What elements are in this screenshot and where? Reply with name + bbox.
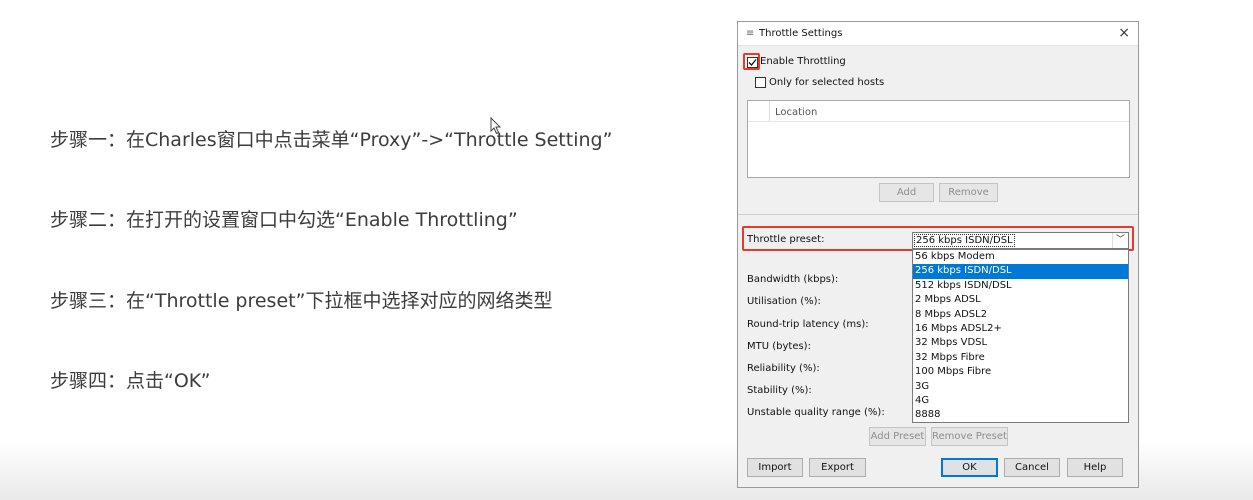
preset-option[interactable]: 32 Mbps VDSL — [913, 336, 1128, 350]
throttle-settings-dialog: ≡ Throttle Settings × Enable Throttling … — [737, 21, 1139, 488]
throttle-preset-value: 256 kbps ISDN/DSL — [914, 234, 1015, 247]
unstable-range-label: Unstable quality range (%): — [747, 407, 885, 418]
preset-option[interactable]: 8888 — [913, 408, 1128, 422]
preset-option[interactable]: 3G — [913, 380, 1128, 394]
hosts-table[interactable]: Location — [747, 100, 1130, 178]
mtu-label: MTU (bytes): — [747, 341, 811, 352]
step-3-text: 步骤三：在“Throttle preset”下拉框中选择对应的网络类型 — [50, 290, 553, 312]
header-divider — [748, 121, 1129, 122]
step-2-text: 步骤二：在打开的设置窗口中勾选“Enable Throttling” — [50, 209, 518, 231]
throttle-preset-select[interactable]: 256 kbps ISDN/DSL ﹀ — [912, 232, 1129, 249]
preset-option[interactable]: 56 kbps Modem — [913, 250, 1128, 264]
checkmark-icon — [748, 59, 757, 66]
add-preset-button[interactable]: Add Preset — [869, 427, 926, 446]
import-button[interactable]: Import — [747, 458, 803, 477]
cancel-button[interactable]: Cancel — [1004, 458, 1060, 477]
throttle-preset-options[interactable]: 56 kbps Modem 256 kbps ISDN/DSL 512 kbps… — [912, 249, 1129, 423]
chevron-down-icon[interactable]: ﹀ — [1112, 233, 1128, 248]
close-button[interactable]: × — [1118, 25, 1130, 41]
throttle-preset-label: Throttle preset: — [747, 234, 825, 245]
preset-option[interactable]: 32 Mbps Fibre — [913, 351, 1128, 365]
preset-option[interactable]: 100 Mbps Fibre — [913, 365, 1128, 379]
app-icon: ≡ — [746, 28, 755, 39]
ok-button[interactable]: OK — [941, 458, 998, 477]
step-4-text: 步骤四：点击“OK” — [50, 370, 211, 392]
utilisation-label: Utilisation (%): — [747, 296, 821, 307]
enable-throttling-label: Enable Throttling — [760, 56, 846, 67]
step-1-text: 步骤一：在Charles窗口中点击菜单“Proxy”->“Throttle Se… — [50, 129, 613, 151]
export-button[interactable]: Export — [809, 458, 866, 477]
location-column-header[interactable]: Location — [775, 107, 817, 118]
title-bar: ≡ Throttle Settings × — [738, 22, 1138, 46]
bandwidth-label: Bandwidth (kbps): — [747, 274, 839, 285]
preset-option[interactable]: 16 Mbps ADSL2+ — [913, 322, 1128, 336]
preset-option[interactable]: 4G — [913, 394, 1128, 408]
preset-option[interactable]: 512 kbps ISDN/DSL — [913, 279, 1128, 293]
column-separator — [769, 101, 770, 121]
reliability-label: Reliability (%): — [747, 363, 820, 374]
section-divider — [738, 214, 1138, 215]
remove-button[interactable]: Remove — [939, 183, 998, 202]
enable-throttling-checkbox[interactable] — [747, 57, 758, 68]
preset-option[interactable]: 2 Mbps ADSL — [913, 293, 1128, 307]
help-button[interactable]: Help — [1067, 458, 1123, 477]
preset-option[interactable]: 8 Mbps ADSL2 — [913, 308, 1128, 322]
only-selected-hosts-checkbox[interactable] — [755, 77, 766, 88]
only-selected-hosts-label: Only for selected hosts — [769, 77, 885, 88]
remove-preset-button[interactable]: Remove Preset — [931, 427, 1008, 446]
add-button[interactable]: Add — [879, 183, 934, 202]
mouse-cursor-icon — [490, 117, 502, 135]
stability-label: Stability (%): — [747, 385, 812, 396]
latency-label: Round-trip latency (ms): — [747, 319, 869, 330]
preset-option-selected[interactable]: 256 kbps ISDN/DSL — [913, 264, 1128, 279]
dialog-title: Throttle Settings — [759, 28, 843, 39]
